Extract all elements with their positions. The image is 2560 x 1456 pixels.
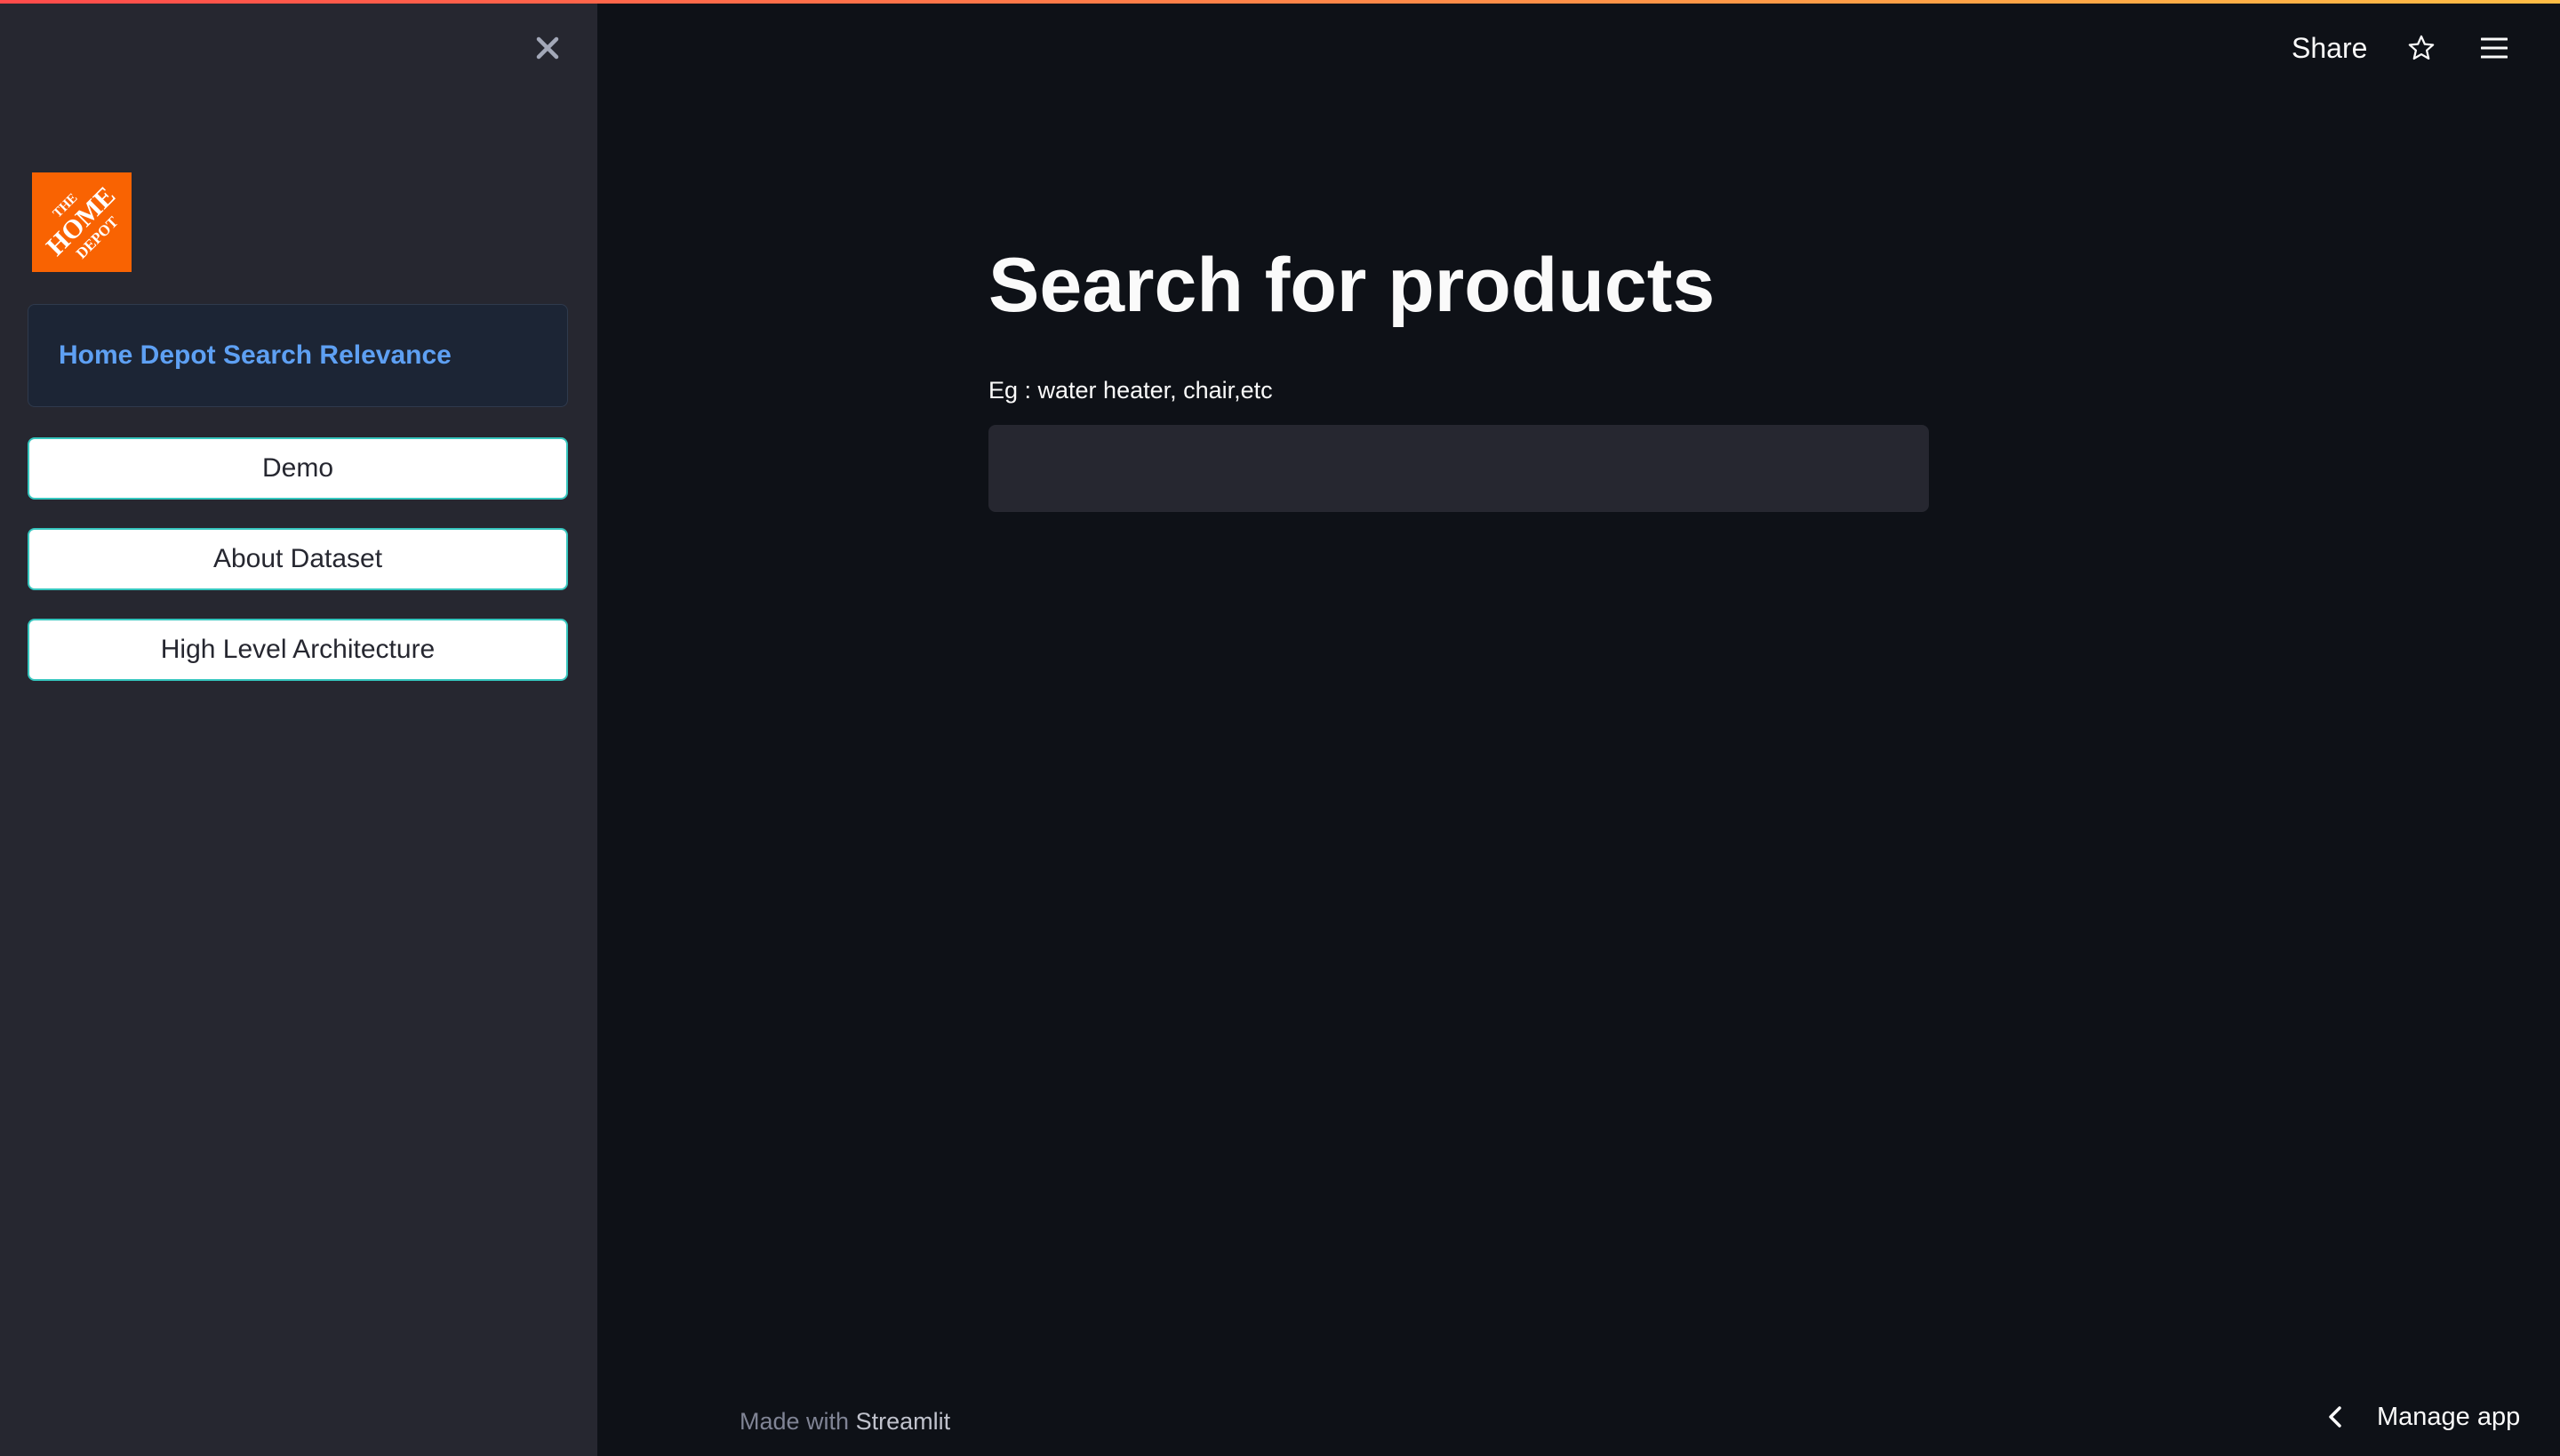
page-title: Search for products <box>988 243 1716 328</box>
footer-made-with: Made with <box>740 1408 850 1435</box>
top-decoration-bar <box>0 0 2560 4</box>
app-info-box: Home Depot Search Relevance <box>28 304 568 407</box>
app-info-title: Home Depot Search Relevance <box>59 340 452 370</box>
footer: Made with Streamlit <box>740 1408 950 1436</box>
demo-button[interactable]: Demo <box>28 437 568 500</box>
manage-app-label: Manage app <box>2377 1402 2521 1431</box>
search-input[interactable] <box>988 425 1929 512</box>
favorite-button[interactable] <box>2404 30 2439 66</box>
share-button[interactable]: Share <box>2292 32 2367 65</box>
star-icon <box>2408 35 2435 60</box>
main-menu-button[interactable] <box>2476 30 2512 66</box>
manage-app-button[interactable]: Manage app <box>2322 1397 2520 1436</box>
sidebar: THE HOME DEPOT Home Depot Search Relevan… <box>0 0 597 1456</box>
chevron-left-icon <box>2322 1404 2348 1430</box>
close-icon <box>536 36 559 60</box>
app-root: THE HOME DEPOT Home Depot Search Relevan… <box>0 0 2560 1456</box>
search-input-label: Eg : water heater, chair,etc <box>988 377 1273 404</box>
hamburger-menu-icon <box>2481 37 2508 59</box>
about-dataset-button[interactable]: About Dataset <box>28 528 568 590</box>
streamlit-link[interactable]: Streamlit <box>856 1408 951 1435</box>
close-sidebar-button[interactable] <box>530 30 565 66</box>
high-level-architecture-button[interactable]: High Level Architecture <box>28 619 568 681</box>
home-depot-logo: THE HOME DEPOT <box>32 172 132 272</box>
